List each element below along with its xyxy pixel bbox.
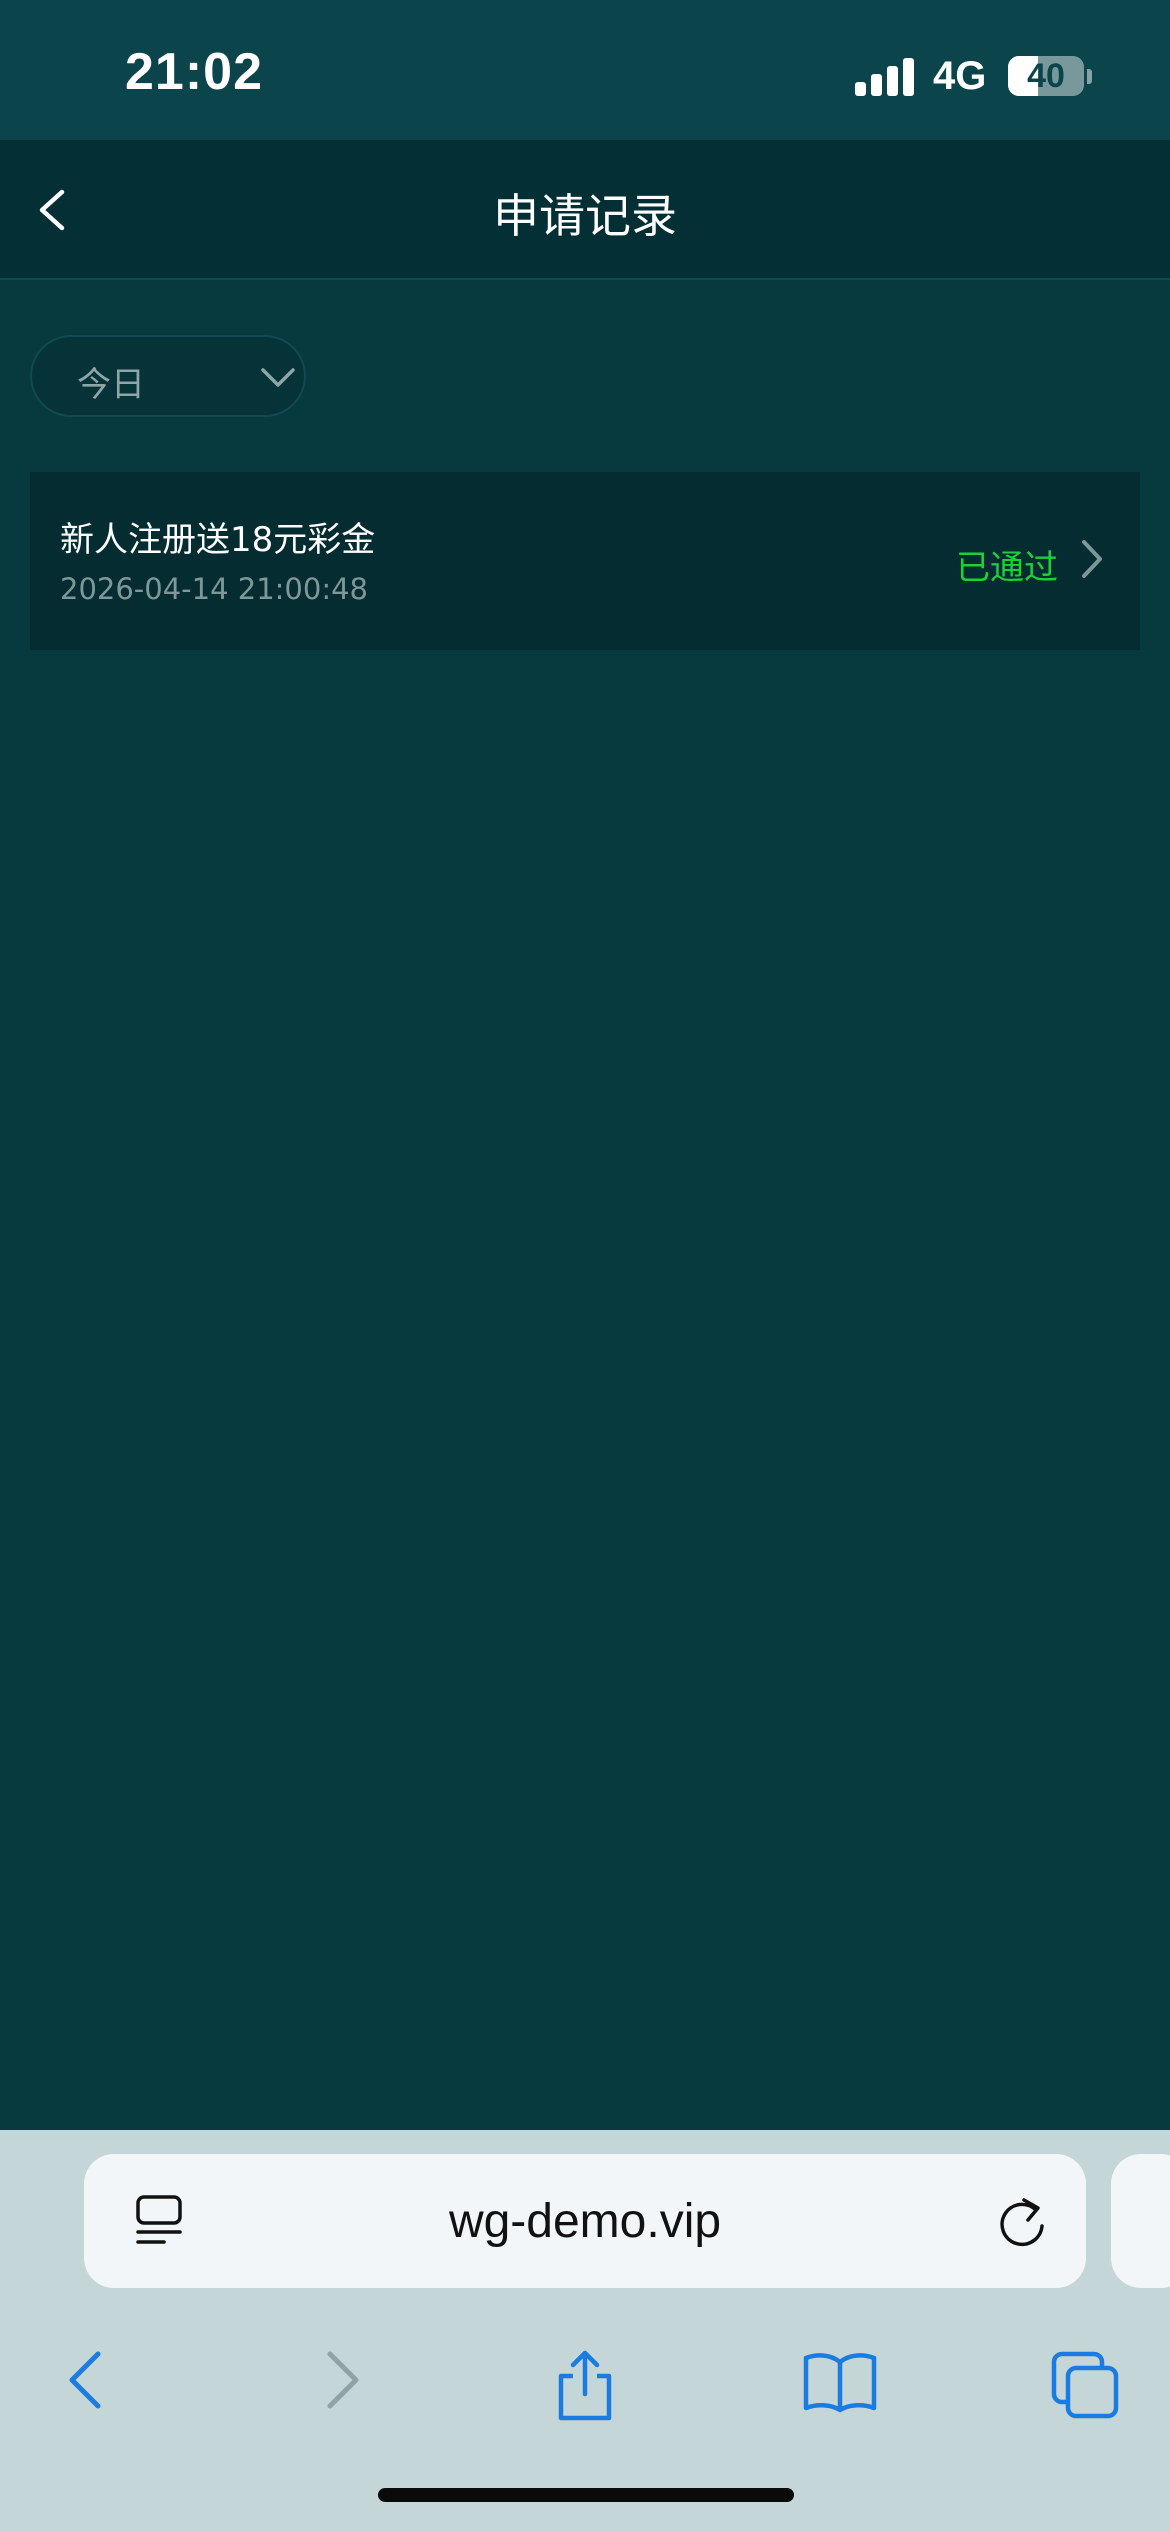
forward-icon [327,2351,359,2409]
tabs-icon [1051,2351,1119,2419]
record-item[interactable]: 新人注册送18元彩金 2026-04-14 21:00:48 已通过 [30,472,1140,650]
status-bar: 21:02 4G 40 [0,0,1170,140]
status-time: 21:02 [125,43,263,101]
page-title: 申请记录 [493,189,677,243]
address-bar[interactable]: wg-demo.vip [84,2154,1086,2288]
home-indicator [378,2488,794,2502]
signal-icon [855,58,915,96]
chevron-down-icon [261,368,295,387]
bookmarks-button[interactable] [782,2330,882,2430]
date-filter-dropdown[interactable]: 今日 [30,335,306,417]
share-button[interactable] [535,2330,635,2430]
tabs-button[interactable] [1030,2330,1130,2430]
chevron-right-icon [1082,540,1102,578]
nav-bar: 申请记录 [0,140,1170,280]
record-status: 已通过 [956,548,1058,588]
browser-toolbar: wg-demo.vip [0,2130,1170,2532]
browser-forward-button[interactable] [290,2330,390,2430]
battery-tip [1087,69,1092,84]
back-icon [69,2351,101,2409]
next-tab-preview[interactable] [1111,2154,1170,2288]
reload-icon[interactable] [994,2192,1050,2250]
browser-back-button[interactable] [38,2330,138,2430]
bookmarks-icon [803,2353,877,2413]
record-time: 2026-04-14 21:00:48 [60,572,368,606]
network-type: 4G [933,54,987,98]
date-filter-label: 今日 [77,365,145,405]
record-title: 新人注册送18元彩金 [60,520,376,560]
url-text: wg-demo.vip [448,2195,722,2248]
share-icon [558,2350,612,2421]
battery-icon: 40 [1008,56,1084,96]
battery-level: 40 [1027,57,1065,95]
